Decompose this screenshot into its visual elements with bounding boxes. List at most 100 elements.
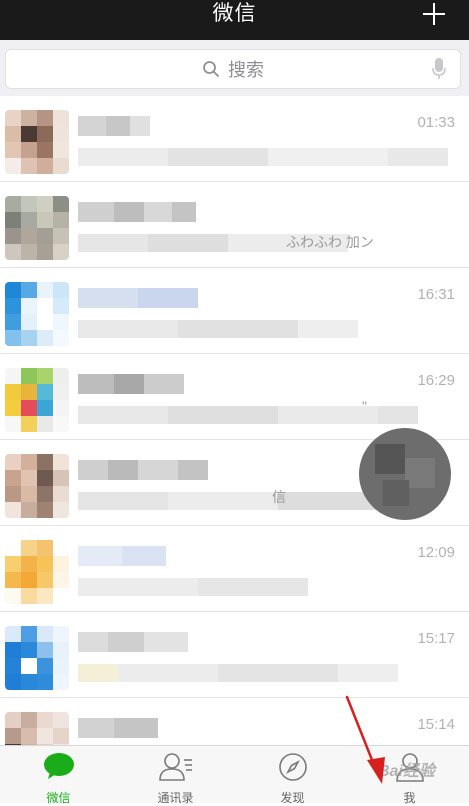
tab-label: 微信 [46,791,71,805]
avatar-pixel [21,416,37,432]
contact-name-redacted [78,288,198,308]
conversation-row[interactable]: 15:17 [0,612,469,698]
navigation-bar: 微信 [0,0,469,40]
avatar [5,282,69,346]
avatar-pixel [37,588,53,604]
conversation-row[interactable]: 01:33 [0,96,469,182]
redacted-block [78,460,108,480]
avatar [5,196,69,260]
redacted-block [144,632,188,652]
avatar-pixel [53,400,69,416]
avatar-pixel [53,540,69,556]
avatar-pixel [37,556,53,572]
redacted-block [172,202,196,222]
conversation-row[interactable]: 16:31 [0,268,469,354]
redacted-block [122,546,166,566]
avatar-pixel [5,228,21,244]
page-title: 微信 [212,2,257,25]
avatar-pixel [5,416,21,432]
message-snippet: ふわふわ 加ン [286,234,374,250]
avatar-pixel [5,126,21,142]
avatar-pixel [5,244,21,260]
avatar-pixel [53,712,69,728]
avatar-pixel [53,282,69,298]
avatar-pixel [37,298,53,314]
assistive-touch-button[interactable] [359,428,451,520]
avatar-pixel [5,212,21,228]
assistive-pixel [375,444,405,474]
avatar-pixel [21,142,37,158]
redacted-block [114,202,144,222]
tab-discover[interactable]: 发现 [234,746,351,805]
avatar-pixel [37,330,53,346]
avatar-pixel [37,486,53,502]
redacted-block [148,234,228,252]
redacted-block [388,148,448,166]
redacted-block [138,460,178,480]
redacted-block [114,374,144,394]
avatar-pixel [53,126,69,142]
contact-name-redacted [78,460,208,480]
avatar-pixel [5,486,21,502]
redacted-block [298,320,358,338]
avatar-pixel [37,314,53,330]
redacted-block [198,578,308,596]
plus-icon[interactable] [423,3,445,25]
avatar-pixel [21,642,37,658]
message-snippet: 信 [272,489,286,505]
avatar-pixel [37,212,53,228]
contact-name-redacted [78,374,184,394]
conversation-row[interactable]: 12:09 [0,526,469,612]
redacted-block [378,406,418,424]
avatar-pixel [5,572,21,588]
avatar-pixel [37,454,53,470]
avatar-pixel [53,158,69,174]
avatar-pixel [5,658,21,674]
conversation-row[interactable]: 16:29 [0,354,469,440]
redacted-block [78,374,114,394]
avatar-pixel [5,642,21,658]
avatar [5,368,69,432]
redacted-block [108,632,144,652]
avatar-pixel [53,196,69,212]
watermark: Bai经验 [378,763,435,780]
avatar-pixel [21,674,37,690]
avatar-pixel [5,674,21,690]
avatar-pixel [53,142,69,158]
avatar-pixel [53,502,69,518]
avatar-pixel [5,110,21,126]
avatar [5,454,69,518]
avatar-pixel [37,642,53,658]
avatar-pixel [37,626,53,642]
redacted-block [168,492,278,510]
microphone-icon[interactable] [432,58,446,80]
contacts-icon [158,753,192,781]
avatar-pixel [21,556,37,572]
contact-name-redacted [78,632,188,652]
conversation-row[interactable] [0,182,469,268]
redacted-block [78,234,148,252]
search-input[interactable]: 搜索 [5,49,461,89]
avatar-pixel [21,728,37,744]
message-snippet: " [362,398,367,414]
contact-name-redacted [78,116,150,136]
avatar-pixel [5,368,21,384]
avatar-pixel [53,572,69,588]
avatar-pixel [37,572,53,588]
avatar-pixel [21,384,37,400]
avatar-pixel [21,212,37,228]
avatar-pixel [5,330,21,346]
avatar-pixel [37,400,53,416]
avatar-pixel [5,384,21,400]
avatar-pixel [21,540,37,556]
avatar-pixel [21,314,37,330]
avatar-pixel [5,626,21,642]
avatar-pixel [21,158,37,174]
redacted-block [78,288,138,308]
tab-contacts[interactable]: 通讯录 [117,746,234,805]
redacted-block [78,718,114,738]
search-section: 搜索 [0,40,469,96]
avatar-pixel [53,470,69,486]
tab-chats[interactable]: 微信 [0,746,117,805]
avatar-pixel [53,626,69,642]
